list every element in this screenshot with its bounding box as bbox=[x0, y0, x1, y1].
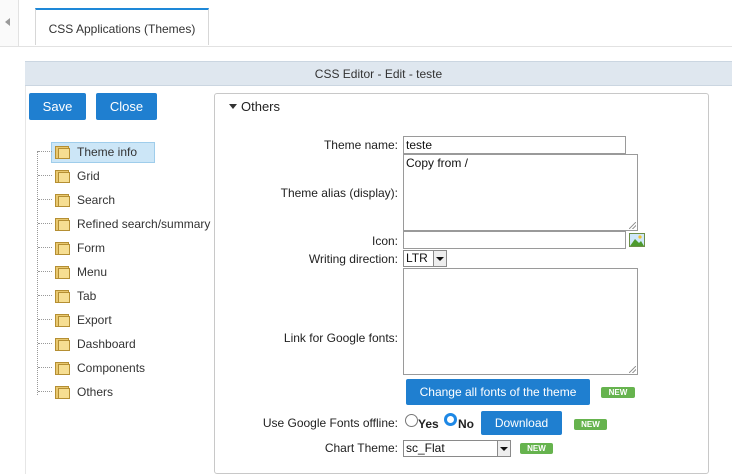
folder-icon bbox=[55, 192, 71, 207]
tree-item-label[interactable]: Dashboard bbox=[77, 333, 136, 355]
tree-connector bbox=[38, 367, 52, 368]
panel-title[interactable]: Others bbox=[241, 99, 280, 114]
yes-radio[interactable] bbox=[405, 414, 418, 427]
close-button[interactable]: Close bbox=[96, 93, 157, 120]
tree-connector bbox=[38, 199, 52, 200]
tab-css-applications[interactable]: CSS Applications (Themes) bbox=[35, 8, 209, 45]
tab-bar: CSS Applications (Themes) bbox=[0, 0, 732, 47]
folder-icon bbox=[55, 216, 71, 231]
tree-item-label[interactable]: Others bbox=[77, 381, 113, 403]
folder-icon bbox=[55, 336, 71, 351]
icon-input[interactable] bbox=[403, 231, 626, 249]
tree-connector-line bbox=[37, 151, 38, 395]
tree-item-label[interactable]: Form bbox=[77, 237, 105, 259]
folder-icon bbox=[55, 264, 71, 279]
no-radio-label[interactable]: No bbox=[458, 417, 474, 431]
chart-theme-value: sc_Flat bbox=[406, 441, 445, 455]
image-picker-icon[interactable] bbox=[629, 233, 645, 247]
tree-item-label[interactable]: Components bbox=[77, 357, 145, 379]
writing-direction-value: LTR bbox=[406, 251, 428, 265]
new-badge: NEW bbox=[520, 443, 553, 454]
theme-alias-text: Copy from / bbox=[406, 156, 469, 170]
collapse-caret-icon[interactable] bbox=[229, 104, 237, 109]
tree-item-label[interactable]: Theme info bbox=[77, 141, 137, 163]
chart-theme-label: Chart Theme: bbox=[324, 441, 398, 455]
theme-alias-textarea[interactable]: Copy from / bbox=[403, 154, 638, 231]
tree-connector bbox=[38, 151, 52, 152]
new-badge: NEW bbox=[574, 419, 607, 430]
no-radio[interactable] bbox=[444, 413, 457, 426]
theme-alias-label: Theme alias (display): bbox=[280, 186, 398, 200]
save-button[interactable]: Save bbox=[29, 93, 86, 120]
writing-direction-select[interactable]: LTR bbox=[403, 250, 447, 267]
editor-title-bar: CSS Editor - Edit - teste bbox=[25, 61, 732, 86]
scroll-left-button[interactable] bbox=[0, 0, 19, 46]
tree-connector bbox=[38, 391, 52, 392]
folder-icon bbox=[55, 240, 71, 255]
tree-item-label[interactable]: Export bbox=[77, 309, 112, 331]
google-fonts-link-label: Link for Google fonts: bbox=[283, 331, 398, 345]
chevron-down-icon bbox=[497, 441, 510, 456]
tree-item-label[interactable]: Grid bbox=[77, 165, 100, 187]
chevron-left-icon bbox=[5, 18, 10, 26]
google-fonts-offline-label: Use Google Fonts offline: bbox=[262, 416, 398, 430]
chevron-down-icon bbox=[433, 251, 446, 266]
folder-icon bbox=[55, 360, 71, 375]
writing-direction-label: Writing direction: bbox=[308, 252, 398, 266]
tree-connector bbox=[38, 271, 52, 272]
change-all-fonts-button[interactable]: Change all fonts of the theme bbox=[406, 379, 590, 405]
folder-icon bbox=[55, 168, 71, 183]
tree-item-label[interactable]: Refined search/summary bbox=[77, 213, 210, 235]
icon-label: Icon: bbox=[371, 234, 398, 248]
tree-item-label[interactable]: Tab bbox=[77, 285, 96, 307]
google-fonts-link-textarea[interactable] bbox=[403, 268, 638, 375]
tree-connector bbox=[38, 223, 52, 224]
theme-name-label: Theme name: bbox=[323, 138, 398, 152]
tree-item-label[interactable]: Menu bbox=[77, 261, 107, 283]
new-badge: NEW bbox=[601, 387, 635, 398]
folder-icon bbox=[55, 288, 71, 303]
chart-theme-select[interactable]: sc_Flat bbox=[403, 440, 511, 457]
tree-item-label[interactable]: Search bbox=[77, 189, 115, 211]
folder-icon bbox=[55, 312, 71, 327]
tree-connector bbox=[38, 175, 52, 176]
folder-icon bbox=[55, 144, 71, 159]
resize-grip-icon[interactable] bbox=[629, 366, 636, 373]
yes-radio-label[interactable]: Yes bbox=[418, 417, 439, 431]
resize-grip-icon[interactable] bbox=[629, 222, 636, 229]
tree-connector bbox=[38, 247, 52, 248]
theme-name-input[interactable]: teste bbox=[403, 136, 626, 154]
folder-icon bbox=[55, 384, 71, 399]
tree-connector bbox=[38, 319, 52, 320]
tree-connector bbox=[38, 343, 52, 344]
download-button[interactable]: Download bbox=[481, 411, 562, 435]
tree-connector bbox=[38, 295, 52, 296]
